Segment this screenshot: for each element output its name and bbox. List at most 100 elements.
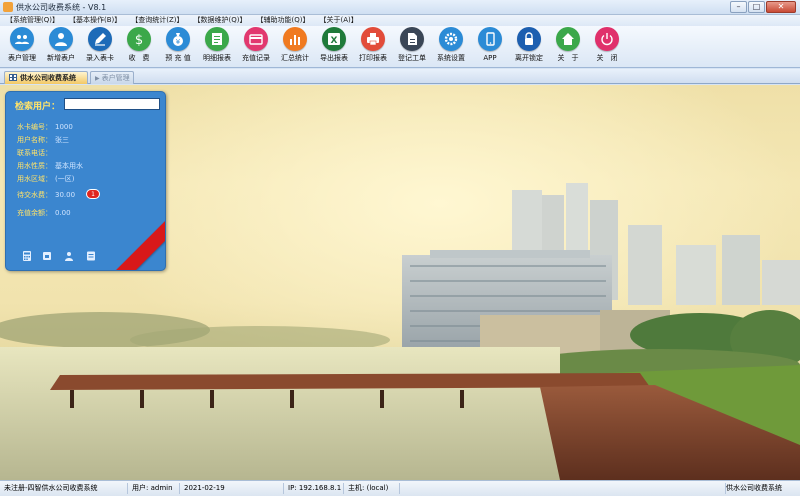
- svg-text:¥: ¥: [176, 38, 181, 46]
- field-user-name: 用户名称： 张三: [17, 135, 69, 145]
- tool-label: 充值记录: [242, 54, 270, 62]
- tool-system-settings[interactable]: 系统设置: [432, 27, 470, 63]
- search-label: 检索用户：: [15, 102, 61, 112]
- tool-label: 录入表卡: [86, 54, 114, 62]
- close-button[interactable]: ✕: [766, 1, 796, 13]
- tool-label: 登记工单: [398, 54, 426, 62]
- menu-about[interactable]: 【关于(A)】: [316, 15, 360, 26]
- tool-label: 明细报表: [203, 54, 231, 62]
- tool-lock[interactable]: 离开锁定: [510, 27, 548, 63]
- printer-icon: [361, 27, 385, 51]
- calculator-icon[interactable]: [22, 251, 32, 261]
- menu-data-maintenance[interactable]: 【数据维护(Q)】: [191, 15, 250, 26]
- status-spacer: [400, 483, 726, 494]
- title-bar: 供水公司收费系统 - V8.1 – □ ✕: [0, 0, 800, 15]
- menu-query[interactable]: 【查询统计(Z)】: [128, 15, 186, 26]
- svg-text:X: X: [331, 36, 338, 46]
- field-value: 张三: [55, 136, 69, 144]
- tool-enter-meter[interactable]: 录入表卡: [81, 27, 119, 63]
- card-icon: [244, 27, 268, 51]
- field-label: 水卡编号：: [17, 123, 52, 131]
- tool-label: 新增表户: [47, 54, 75, 62]
- tool-close[interactable]: 关 闭: [588, 27, 626, 63]
- tool-label: APP: [483, 54, 497, 62]
- tool-label: 表户管理: [8, 54, 36, 62]
- menu-basic-ops[interactable]: 【基本操作(B)】: [66, 15, 124, 26]
- tool-label: 系统设置: [437, 54, 465, 62]
- print-icon[interactable]: [42, 251, 52, 261]
- status-bar: 未注册-四智供水公司收费系统 用户: admin 2021-02-19 IP: …: [0, 480, 800, 496]
- users-icon: [10, 27, 34, 51]
- user-info-panel: 检索用户： 水卡编号： 1000 用户名称： 张三 联系电话： 用水性质： 基本用水 …: [5, 91, 166, 271]
- status-host: 主机: (local): [344, 483, 400, 494]
- home-icon: [556, 27, 580, 51]
- document-icon: [400, 27, 424, 51]
- pencil-icon: [88, 27, 112, 51]
- field-label: 用水区域：: [17, 175, 52, 183]
- status-user: 用户: admin: [128, 483, 180, 494]
- corner-ribbon: [110, 212, 165, 270]
- search-input[interactable]: [64, 98, 160, 110]
- status-registration: 未注册-四智供水公司收费系统: [0, 483, 128, 494]
- maximize-button[interactable]: □: [748, 1, 765, 13]
- moneybag-icon: ¥: [166, 27, 190, 51]
- tool-recharge-records[interactable]: 充值记录: [237, 27, 275, 63]
- menu-auxiliary[interactable]: 【辅助功能(Q)】: [254, 15, 313, 26]
- field-label: 用水性质：: [17, 162, 52, 170]
- field-water-area: 用水区域： (一区): [17, 174, 74, 184]
- menu-bar: 【系统管理(Q)】 【基本操作(B)】 【查询统计(Z)】 【数据维护(Q)】 …: [0, 15, 800, 26]
- due-count-badge[interactable]: 1: [86, 189, 100, 199]
- tool-label: 打印报表: [359, 54, 387, 62]
- grid-icon: [9, 74, 17, 81]
- field-label: 用户名称：: [17, 136, 52, 144]
- tool-label: 关 于: [557, 54, 579, 62]
- tool-about[interactable]: 关 于: [549, 27, 587, 63]
- field-water-type: 用水性质： 基本用水: [17, 161, 83, 171]
- tab-user-management-label: 表户管理: [101, 74, 130, 82]
- tool-register-ticket[interactable]: 登记工单: [393, 27, 431, 63]
- tool-label: 汇总统计: [281, 54, 309, 62]
- minimize-button[interactable]: –: [730, 1, 747, 13]
- tool-label: 预 充 值: [165, 54, 191, 62]
- tool-prepay[interactable]: ¥ 预 充 值: [159, 27, 197, 63]
- power-icon: [595, 27, 619, 51]
- tool-detail-report[interactable]: 明细报表: [198, 27, 236, 63]
- tool-export-report[interactable]: X 导出报表: [315, 27, 353, 63]
- user-icon[interactable]: [64, 251, 74, 261]
- field-label: 联系电话：: [17, 149, 52, 157]
- tool-add-user[interactable]: 新增表户: [42, 27, 80, 63]
- tab-bar: 供水公司收费系统 ▶ 表户管理: [0, 69, 800, 84]
- field-card-number: 水卡编号： 1000: [17, 122, 73, 132]
- app-icon: [3, 2, 13, 12]
- lock-icon: [517, 27, 541, 51]
- field-label: 充值余额：: [17, 209, 52, 217]
- status-app-name: 供水公司收费系统: [726, 484, 782, 492]
- tool-summary-stats[interactable]: 汇总统计: [276, 27, 314, 63]
- dollar-icon: $: [127, 27, 151, 51]
- excel-icon: X: [322, 27, 346, 51]
- user-add-icon: [49, 27, 73, 51]
- phone-icon: [478, 27, 502, 51]
- tool-label: 收 费: [128, 54, 150, 62]
- field-due-fee: 待交水费： 30.00: [17, 190, 75, 200]
- gear-icon: [439, 27, 463, 51]
- tool-print-report[interactable]: 打印报表: [354, 27, 392, 63]
- tab-user-management[interactable]: ▶ 表户管理: [90, 71, 134, 84]
- play-icon: ▶: [95, 75, 100, 82]
- tool-label: 关 闭: [596, 54, 618, 62]
- toolbar: 表户管理 新增表户 录入表卡 $ 收 费 ¥ 预 充 值 明细报表 充值记录 汇…: [0, 26, 800, 68]
- list-icon[interactable]: [86, 251, 96, 261]
- tool-app[interactable]: APP: [471, 27, 509, 63]
- field-balance: 充值余额： 0.00: [17, 208, 71, 218]
- bar-chart-icon: [283, 27, 307, 51]
- status-date: 2021-02-19: [180, 483, 284, 494]
- tool-charge[interactable]: $ 收 费: [120, 27, 158, 63]
- status-ip: IP: 192.168.8.1: [284, 483, 344, 494]
- tool-user-management[interactable]: 表户管理: [3, 27, 41, 63]
- menu-system[interactable]: 【系统管理(Q)】: [3, 15, 62, 26]
- svg-text:$: $: [135, 33, 143, 47]
- tab-main[interactable]: 供水公司收费系统: [4, 71, 88, 84]
- field-value: 基本用水: [55, 162, 83, 170]
- field-phone: 联系电话：: [17, 148, 55, 158]
- tool-label: 导出报表: [320, 54, 348, 62]
